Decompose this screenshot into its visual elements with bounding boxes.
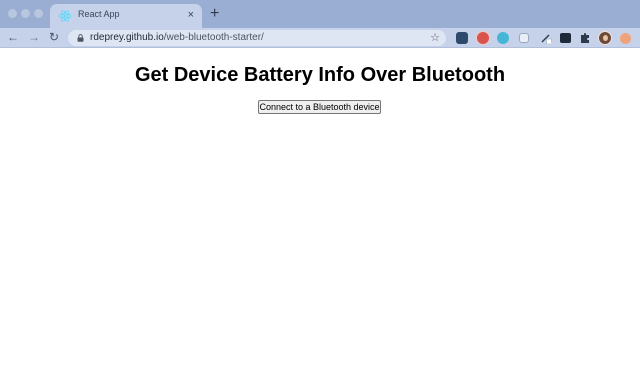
extension-icon-4[interactable] [519,33,529,43]
page-content: Get Device Battery Info Over Bluetooth C… [0,49,640,370]
window-minimize-button[interactable] [21,9,30,18]
puzzle-icon[interactable] [579,32,591,44]
bookmark-star-icon[interactable]: ☆ [430,31,440,45]
extension-icon-5[interactable] [540,32,552,44]
tab-strip: React App × + [0,0,640,28]
address-bar[interactable]: rdeprey.github.io/web-bluetooth-starter/… [68,30,446,46]
extension-icon-1[interactable] [456,32,468,44]
page-title: Get Device Battery Info Over Bluetooth [134,64,506,86]
forward-arrow-icon[interactable]: → [28,29,40,45]
avatar-face [603,35,608,41]
window-zoom-button[interactable] [34,9,43,18]
url-text[interactable]: rdeprey.github.io/web-bluetooth-starter/ [90,32,264,44]
profile-avatar[interactable] [598,31,612,45]
reload-icon[interactable]: ↻ [49,29,59,45]
back-arrow-icon[interactable]: ← [7,29,19,45]
url-host: rdeprey.github.io [90,32,164,43]
window-close-button[interactable] [8,9,17,18]
react-icon [58,10,72,22]
lock-icon [77,34,84,42]
tab-title: React App [78,9,120,19]
extension-icon-6[interactable] [560,33,571,43]
new-tab-button[interactable]: + [210,4,219,24]
tab-close-icon[interactable]: × [188,8,194,22]
extension-icon-8[interactable] [620,33,631,44]
url-path: /web-bluetooth-starter/ [163,32,264,43]
browser-tab[interactable]: React App × [50,4,202,28]
connect-bluetooth-button[interactable]: Connect to a Bluetooth device [258,100,381,114]
browser-toolbar: ← → ↻ rdeprey.github.io/web-bluetooth-st… [0,28,640,48]
extension-icon-2[interactable] [476,31,490,45]
extension-icon-3[interactable] [497,32,509,44]
